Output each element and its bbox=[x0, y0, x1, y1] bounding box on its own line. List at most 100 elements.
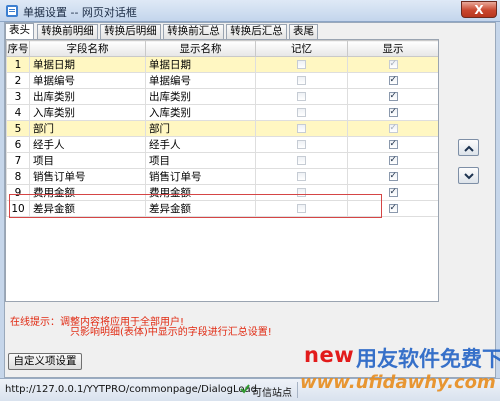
remember-cell bbox=[255, 88, 348, 105]
table-row[interactable]: 8 销售订单号 销售订单号 ✓ bbox=[6, 168, 438, 185]
display-name-cell: 销售订单号 bbox=[145, 168, 256, 185]
remember-checkbox[interactable] bbox=[297, 172, 306, 181]
column-header-no: 序号 bbox=[6, 40, 30, 57]
show-cell: ✓ bbox=[347, 152, 438, 169]
watermark-site: www.ufidawhy.com bbox=[300, 372, 496, 393]
row-number: 5 bbox=[6, 120, 30, 137]
show-checkbox[interactable]: ✓ bbox=[388, 108, 398, 117]
table-row[interactable]: 5 部门 部门 ✓ bbox=[6, 120, 438, 137]
table-header-row: 序号 字段名称 显示名称 记忆 显示 bbox=[6, 40, 438, 57]
move-down-button[interactable] bbox=[458, 167, 479, 184]
row-number: 7 bbox=[6, 152, 30, 169]
column-header-show: 显示 bbox=[347, 40, 438, 57]
remember-checkbox[interactable] bbox=[297, 188, 306, 197]
field-name-cell: 单据编号 bbox=[29, 72, 146, 89]
display-name-cell: 单据编号 bbox=[145, 72, 256, 89]
remember-checkbox[interactable] bbox=[297, 76, 306, 85]
chevron-up-icon bbox=[464, 145, 474, 152]
remember-checkbox[interactable] bbox=[297, 156, 306, 165]
show-cell: ✓ bbox=[347, 120, 438, 137]
table-row[interactable]: 6 经手人 经手人 ✓ bbox=[6, 136, 438, 153]
checkmark-icon bbox=[240, 384, 250, 394]
column-header-display: 显示名称 bbox=[145, 40, 256, 57]
table-row[interactable]: 3 出库类别 出库类别 ✓ bbox=[6, 88, 438, 105]
tab-summary-before[interactable]: 转换前汇总 bbox=[163, 24, 224, 39]
remember-checkbox[interactable] bbox=[297, 92, 306, 101]
remember-checkbox[interactable] bbox=[297, 124, 306, 133]
display-name-cell: 入库类别 bbox=[145, 104, 256, 121]
online-tip-line2: 只影响明细(表体)中显示的字段进行汇总设置! bbox=[70, 327, 272, 338]
show-cell: ✓ bbox=[347, 168, 438, 185]
row-number: 2 bbox=[6, 72, 30, 89]
row-number: 9 bbox=[6, 184, 30, 201]
show-cell: ✓ bbox=[347, 184, 438, 201]
display-name-cell: 单据日期 bbox=[145, 56, 256, 73]
field-name-cell: 入库类别 bbox=[29, 104, 146, 121]
display-name-cell: 项目 bbox=[145, 152, 256, 169]
field-name-cell: 出库类别 bbox=[29, 88, 146, 105]
column-header-field: 字段名称 bbox=[29, 40, 146, 57]
display-name-cell: 费用金额 bbox=[145, 184, 256, 201]
remember-cell bbox=[255, 152, 348, 169]
tab-detail-after[interactable]: 转换后明细 bbox=[100, 24, 161, 39]
row-number: 3 bbox=[6, 88, 30, 105]
field-name-cell: 经手人 bbox=[29, 136, 146, 153]
remember-cell bbox=[255, 56, 348, 73]
remember-cell bbox=[255, 104, 348, 121]
table-row[interactable]: 10 差异金额 差异金额 ✓ bbox=[6, 200, 438, 217]
tab-footer[interactable]: 表尾 bbox=[289, 24, 318, 39]
remember-checkbox[interactable] bbox=[297, 140, 306, 149]
row-number: 6 bbox=[6, 136, 30, 153]
remember-cell bbox=[255, 168, 348, 185]
show-checkbox[interactable]: ✓ bbox=[388, 204, 398, 213]
show-checkbox[interactable]: ✓ bbox=[388, 76, 398, 85]
remember-checkbox[interactable] bbox=[297, 108, 306, 117]
remember-cell bbox=[255, 120, 348, 137]
show-checkbox[interactable]: ✓ bbox=[388, 60, 398, 69]
status-url: http://127.0.0.1/YYTPRO/commonpage/Dialo… bbox=[5, 384, 257, 395]
field-settings-table: 序号 字段名称 显示名称 记忆 显示 1 单据日期 单据日期 ✓ 2 单据编号 单据编号 ✓ 3… bbox=[6, 40, 438, 217]
table-row[interactable]: 1 单据日期 单据日期 ✓ bbox=[6, 56, 438, 73]
row-number: 1 bbox=[6, 56, 30, 73]
column-header-remember: 记忆 bbox=[255, 40, 348, 57]
show-cell: ✓ bbox=[347, 104, 438, 121]
field-name-cell: 差异金额 bbox=[29, 200, 146, 217]
table-row[interactable]: 9 费用金额 费用金额 ✓ bbox=[6, 184, 438, 201]
show-checkbox[interactable]: ✓ bbox=[388, 188, 398, 197]
row-number: 8 bbox=[6, 168, 30, 185]
move-up-button[interactable] bbox=[458, 139, 479, 156]
row-number: 4 bbox=[6, 104, 30, 121]
trusted-site-label: 可信站点 bbox=[252, 388, 292, 399]
show-checkbox[interactable]: ✓ bbox=[388, 172, 398, 181]
status-separator bbox=[297, 382, 298, 398]
field-name-cell: 单据日期 bbox=[29, 56, 146, 73]
ie-page-icon bbox=[6, 5, 18, 17]
show-checkbox[interactable]: ✓ bbox=[388, 124, 398, 133]
field-name-cell: 项目 bbox=[29, 152, 146, 169]
display-name-cell: 经手人 bbox=[145, 136, 256, 153]
table-row[interactable]: 7 项目 项目 ✓ bbox=[6, 152, 438, 169]
watermark-chinese: 用友软件免费下载 bbox=[356, 347, 500, 371]
remember-checkbox[interactable] bbox=[297, 204, 306, 213]
remember-checkbox[interactable] bbox=[297, 60, 306, 69]
remember-cell bbox=[255, 136, 348, 153]
display-name-cell: 差异金额 bbox=[145, 200, 256, 217]
show-checkbox[interactable]: ✓ bbox=[388, 92, 398, 101]
field-name-cell: 部门 bbox=[29, 120, 146, 137]
dialog-titlebar[interactable]: 单据设置 -- 网页对话框 X bbox=[0, 0, 500, 22]
table-row[interactable]: 2 单据编号 单据编号 ✓ bbox=[6, 72, 438, 89]
custom-items-button[interactable]: 自定义项设置 bbox=[8, 353, 82, 370]
tab-summary-after[interactable]: 转换后汇总 bbox=[226, 24, 287, 39]
watermark-new: new bbox=[304, 343, 355, 367]
show-cell: ✓ bbox=[347, 88, 438, 105]
table-row[interactable]: 4 入库类别 入库类别 ✓ bbox=[6, 104, 438, 121]
show-cell: ✓ bbox=[347, 136, 438, 153]
field-name-cell: 销售订单号 bbox=[29, 168, 146, 185]
show-checkbox[interactable]: ✓ bbox=[388, 140, 398, 149]
tab-header[interactable]: 表头 bbox=[5, 23, 34, 39]
tab-detail-before[interactable]: 转换前明细 bbox=[37, 24, 98, 39]
close-button[interactable]: X bbox=[461, 1, 497, 18]
remember-cell bbox=[255, 184, 348, 201]
show-checkbox[interactable]: ✓ bbox=[388, 156, 398, 165]
dialog-title: 单据设置 -- 网页对话框 bbox=[23, 6, 137, 19]
